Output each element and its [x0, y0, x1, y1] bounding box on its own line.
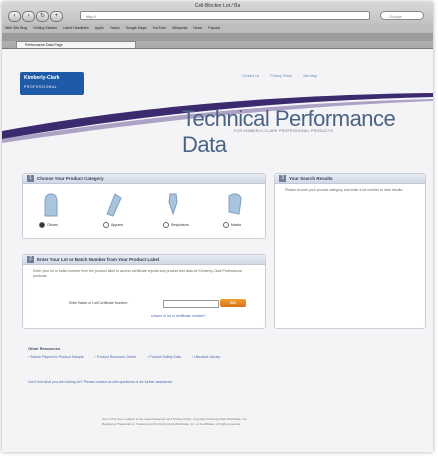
lot-number-panel: 2 Enter Your Lot or Batch Number from Yo…	[22, 254, 266, 329]
bookmark-item[interactable]: Latest Headlines	[63, 26, 89, 30]
apparel-radio[interactable]: Apparel	[103, 222, 123, 228]
product-category-panel: 1 Choose Your Product Category Gloves Ap…	[22, 173, 266, 239]
bookmark-item[interactable]: News	[193, 26, 202, 30]
legal-line: Registered Trademark or Trademark of Kim…	[102, 422, 241, 426]
panel-header: 1 Choose Your Product Category	[23, 174, 265, 184]
privacy-policy-link[interactable]: Privacy Policy	[270, 74, 292, 78]
resource-link[interactable]: Literature Library	[192, 355, 221, 359]
category-radios: Gloves Apparel Respirators Masks	[35, 222, 257, 230]
page-subtitle: FOR KIMBERLY-CLARK PROFESSIONAL PRODUCTS	[234, 129, 333, 133]
window-title: Cell-Blocker Lot / Ba	[194, 3, 241, 9]
resources-links: Search Report for Product Sample Product…	[28, 355, 428, 359]
browser-window: Cell-Blocker Lot / Ba ‹ › ↻ + http:// Go…	[2, 2, 433, 452]
top-links: Contact Us Privacy Policy Site Map	[242, 74, 432, 78]
forward-icon[interactable]: ›	[22, 11, 35, 22]
search-results-panel: 3 Your Search Results Please choose your…	[274, 173, 426, 329]
lot-number-input[interactable]	[163, 300, 219, 308]
category-icons	[39, 190, 253, 220]
contact-us-link[interactable]: Contact Us	[242, 74, 259, 78]
back-icon[interactable]: ‹	[8, 11, 21, 22]
masks-radio[interactable]: Masks	[223, 222, 241, 228]
panel-header: 2 Enter Your Lot or Batch Number from Yo…	[23, 255, 265, 265]
site-map-link[interactable]: Site Map	[303, 74, 317, 78]
resource-link[interactable]: Product Resource Center	[95, 355, 137, 359]
panel-title: Enter Your Lot or Batch Number from Your…	[37, 257, 160, 262]
bookmark-item[interactable]: Apple	[95, 26, 104, 30]
kimberly-clark-logo[interactable]: Kimberly-Clark PROFESSIONAL	[20, 72, 84, 95]
other-resources: Other Resources Search Report for Produc…	[28, 346, 428, 359]
apparel-icon[interactable]	[103, 190, 125, 218]
navigation-row: ‹ › ↻ + http:// Google	[8, 11, 428, 22]
help-notice[interactable]: Can't find what you are looking for? Ple…	[28, 380, 358, 384]
legal-footer: Use of this site is subject to the Legal…	[102, 417, 432, 427]
bookmark-item[interactable]: Yahoo	[110, 26, 120, 30]
resources-title: Other Resources	[28, 346, 61, 351]
bookmark-item[interactable]: Getting Started	[33, 26, 57, 30]
logo-bottom-text: PROFESSIONAL	[24, 85, 58, 89]
step-number: 1	[27, 175, 34, 182]
lot-description: Enter your lot or batch number from the …	[33, 269, 242, 278]
resource-link[interactable]: Search Report for Product Sample	[28, 355, 84, 359]
address-bar[interactable]: http://	[80, 11, 370, 20]
gloves-radio[interactable]: Gloves	[39, 222, 58, 228]
go-button[interactable]: GO	[220, 299, 246, 307]
lot-input-label: Enter Batch or Lot/Certificate Number:	[69, 301, 129, 305]
results-placeholder-text: Please choose your product category and …	[285, 188, 404, 192]
search-field[interactable]: Google	[380, 11, 424, 20]
step-number: 2	[27, 256, 34, 263]
reload-icon[interactable]: ↻	[36, 11, 49, 22]
bookmark-item[interactable]: Wikipedia	[172, 26, 187, 30]
step-number: 3	[279, 175, 286, 182]
bookmark-item[interactable]: Web Site Blog	[5, 26, 27, 30]
panel-header: 3 Your Search Results	[275, 174, 425, 184]
respirator-icon[interactable]	[163, 190, 183, 218]
panel-title: Your Search Results	[289, 176, 333, 181]
panel-title: Choose Your Product Category	[37, 176, 104, 181]
resource-link[interactable]: Product Safety Data	[147, 355, 180, 359]
unsure-lot-link[interactable]: Unsure of lot or certificate number?	[151, 314, 206, 318]
tab-bar: GoogleConsumerWebSalesImagesDocumentsMap…	[2, 33, 433, 41]
web-page: Kimberly-Clark PROFESSIONAL Contact Us P…	[2, 49, 433, 452]
browser-titlebar: Cell-Blocker Lot / Ba ‹ › ↻ + http:// Go…	[2, 2, 433, 49]
bookmarks-bar: Web Site Blog Getting Started Latest Headl…	[2, 24, 433, 32]
bookmark-item[interactable]: Google Maps	[126, 26, 147, 30]
glove-icon[interactable]	[41, 190, 61, 218]
bookmark-item[interactable]: Popular	[208, 26, 220, 30]
bookmark-item[interactable]: YouTube	[152, 26, 166, 30]
logo-top-text: Kimberly-Clark	[24, 75, 60, 81]
active-tab[interactable]: Performance Data Page	[16, 41, 136, 48]
add-bookmark-icon[interactable]: +	[50, 11, 63, 22]
respirators-radio[interactable]: Respirators	[163, 222, 189, 228]
mask-icon[interactable]	[223, 190, 245, 218]
